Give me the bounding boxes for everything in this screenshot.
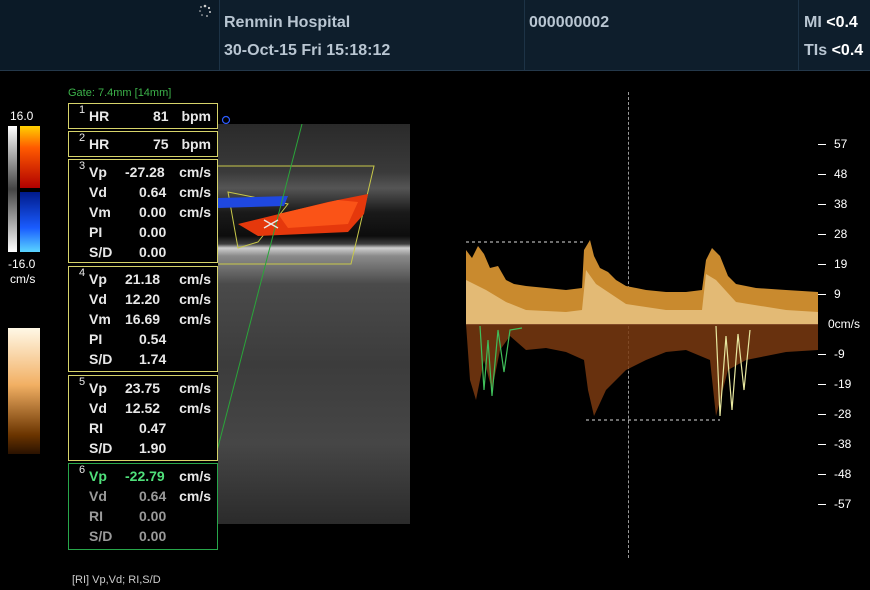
hospital-name: Renmin Hospital — [224, 14, 351, 31]
measurement-row: PI 0.00 — [89, 224, 167, 240]
scale-label: -48 — [834, 467, 852, 481]
measurement-box-3[interactable]: 3 Vp -27.28 cm/s Vd 0.64 cm/s Vm 0.00 cm/s PI 0.… — [68, 159, 218, 263]
measurement-row: S/D 0.00 — [89, 244, 167, 260]
measurement-row: RI 0.47 — [89, 420, 167, 436]
measurement-box-6[interactable]: 6 Vp -22.79 cm/s Vd 0.64 cm/s RI 0.00 S/D 0.00 — [68, 463, 218, 550]
scale-label: 38 — [834, 197, 848, 211]
header-divider — [798, 0, 799, 70]
scale-tick — [818, 444, 826, 445]
scale-label: -38 — [834, 437, 852, 451]
measurement-row: RI 0.00 — [89, 508, 167, 524]
exam-datetime: 30-Oct-15 Fri 15:18:12 — [224, 42, 391, 59]
gate-size-label: Gate: 7.4mm [14mm] — [68, 87, 172, 99]
patient-id: 000000002 — [529, 14, 610, 31]
scale-label: 57 — [834, 137, 848, 151]
doppler-cursor-line — [218, 124, 303, 450]
header-divider — [524, 0, 525, 70]
measurement-row: 4 Vp 21.18 cm/s — [79, 267, 211, 287]
scale-label: 28 — [834, 227, 848, 241]
measurement-box-2[interactable]: 2 HR 75 bpm — [68, 131, 218, 157]
scale-label: -28 — [834, 407, 852, 421]
scale-tick — [818, 354, 826, 355]
scale-label: 19 — [834, 257, 848, 271]
scale-tick — [818, 264, 826, 265]
scale-tick — [818, 504, 826, 505]
color-flow-overlay — [218, 124, 375, 450]
scale-label-baseline: 0cm/s — [828, 317, 861, 331]
scale-label: -57 — [834, 497, 852, 511]
measurement-row: Vd 0.64 cm/s — [89, 488, 211, 504]
measurement-box-5[interactable]: 5 Vp 23.75 cm/s Vd 12.52 cm/s RI 0.47 S/D 1.90 — [68, 375, 218, 461]
measurement-row: Vm 16.69 cm/s — [89, 311, 211, 327]
scale-label: 48 — [834, 167, 848, 181]
mi-index: MI <0.4 — [804, 14, 858, 31]
scale-tick — [818, 234, 826, 235]
measurement-row: 3 Vp -27.28 cm/s — [79, 160, 211, 180]
measurement-row: S/D 1.90 — [89, 440, 167, 456]
probe-marker-icon — [221, 115, 231, 125]
measurement-row: S/D 1.74 — [89, 351, 167, 367]
doppler-tint-bar — [8, 328, 40, 454]
tis-index: TIs <0.4 — [804, 42, 864, 59]
measurement-row: 1 HR 81 bpm — [79, 104, 211, 124]
measurement-row: 5 Vp 23.75 cm/s — [79, 376, 211, 396]
header-bar: Renmin Hospital 30-Oct-15 Fri 15:18:12 0… — [0, 0, 870, 71]
measurement-row: PI 0.54 — [89, 331, 167, 347]
scale-tick — [818, 204, 826, 205]
bmode-image[interactable] — [218, 124, 410, 524]
color-scale-positive — [20, 126, 40, 188]
scale-label: -19 — [834, 377, 852, 391]
measurement-row: Vd 0.64 cm/s — [89, 184, 211, 200]
scale-tick — [818, 414, 826, 415]
logo-area — [0, 0, 220, 70]
measurement-row: Vd 12.52 cm/s — [89, 400, 211, 416]
scale-tick — [818, 174, 826, 175]
scale-tick — [818, 474, 826, 475]
doppler-spectrum[interactable] — [466, 240, 818, 426]
measurement-row: Vm 0.00 cm/s — [89, 204, 211, 220]
color-scale-max: 16.0 — [10, 109, 34, 123]
scale-label: -9 — [834, 347, 845, 361]
scale-tick — [818, 294, 826, 295]
scale-tick — [818, 144, 826, 145]
color-scale-min: -16.0 — [8, 257, 36, 271]
color-scale-unit: cm/s — [10, 272, 36, 286]
measurement-box-1[interactable]: 1 HR 81 bpm — [68, 103, 218, 129]
calc-mode-label: [RI] Vp,Vd; RI,S/D — [72, 574, 161, 586]
header-divider — [219, 0, 220, 70]
scale-label: 9 — [834, 287, 841, 301]
scale-tick — [818, 384, 826, 385]
measurement-row: S/D 0.00 — [89, 528, 167, 544]
spinner-icon — [199, 4, 211, 17]
measurement-row: Vd 12.20 cm/s — [89, 291, 211, 307]
gray-scale-bar — [8, 126, 17, 252]
color-scale-negative — [20, 192, 40, 252]
measurement-row: 6 Vp -22.79 cm/s — [79, 464, 211, 484]
measurement-row: 2 HR 75 bpm — [79, 132, 211, 152]
measurement-box-4[interactable]: 4 Vp 21.18 cm/s Vd 12.20 cm/s Vm 16.69 cm/s PI 0… — [68, 266, 218, 372]
